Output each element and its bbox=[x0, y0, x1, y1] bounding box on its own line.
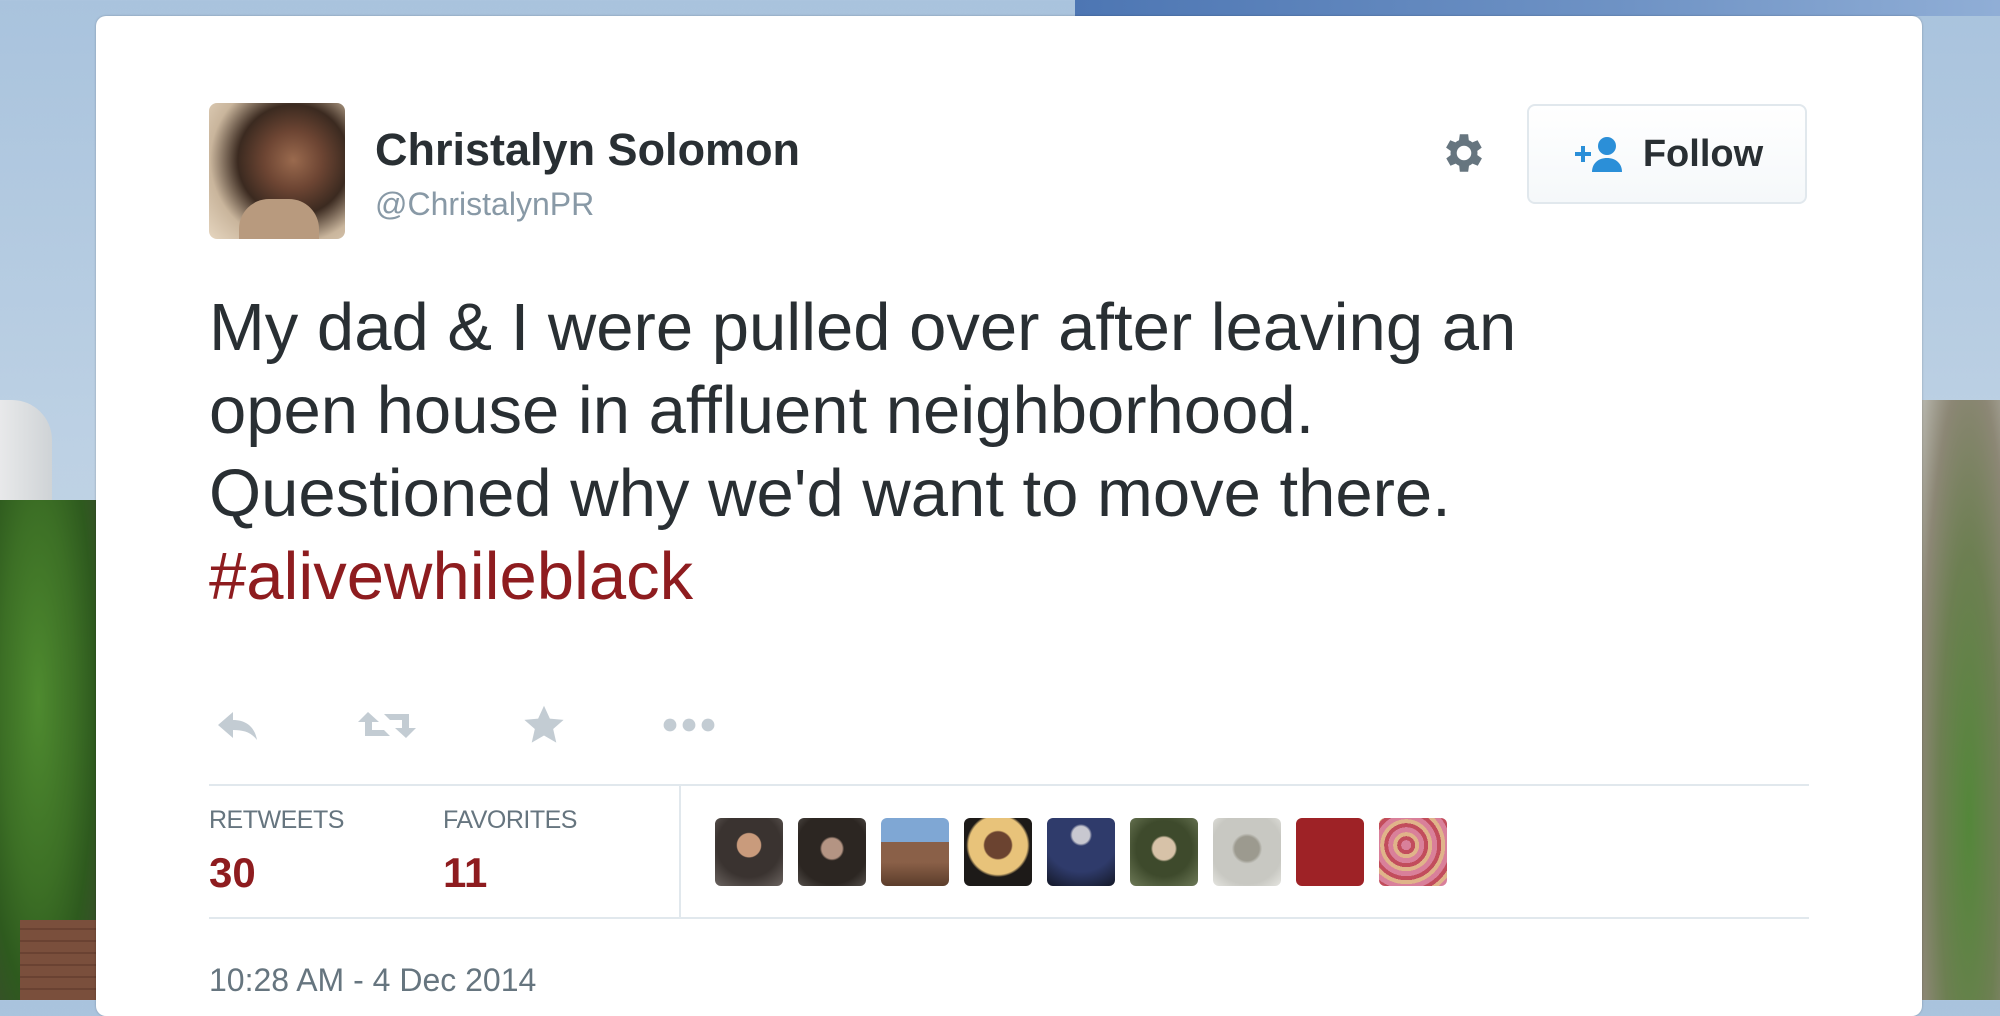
star-icon bbox=[524, 705, 564, 743]
background-tree-right bbox=[1922, 400, 2000, 1000]
reply-icon[interactable] bbox=[209, 700, 269, 750]
favoriter-avatar[interactable] bbox=[964, 818, 1032, 886]
tweet-text-line: My dad & I were pulled over after leavin… bbox=[209, 290, 1517, 365]
retweets-stat[interactable]: RETWEETS 30 bbox=[209, 806, 344, 897]
favorites-count: 11 bbox=[443, 849, 488, 896]
follow-button-label: Follow bbox=[1642, 132, 1764, 175]
favoriter-avatar[interactable] bbox=[881, 818, 949, 886]
favoriter-avatar[interactable] bbox=[1213, 818, 1281, 886]
favoriter-avatar[interactable] bbox=[1379, 818, 1447, 886]
retweet-icon[interactable] bbox=[354, 700, 420, 750]
author-display-name[interactable]: Christalyn Solomon bbox=[375, 124, 800, 176]
avatar-shirt bbox=[239, 199, 319, 239]
stats-divider bbox=[679, 786, 681, 917]
more-icon[interactable] bbox=[659, 700, 719, 750]
tweet-text: My dad & I were pulled over after leavin… bbox=[209, 286, 1809, 618]
divider bbox=[209, 917, 1809, 919]
hashtag-link[interactable]: #alivewhileblack bbox=[209, 535, 1809, 618]
retweets-label: RETWEETS bbox=[209, 806, 344, 834]
favorite-icon[interactable] bbox=[514, 700, 574, 750]
reply-icon-svg bbox=[218, 712, 257, 740]
follow-button[interactable]: Follow bbox=[1527, 104, 1807, 204]
gear-icon[interactable] bbox=[1437, 126, 1491, 180]
favoriter-avatar[interactable] bbox=[1047, 818, 1115, 886]
tweet-text-line: Questioned why we'd want to move there. bbox=[209, 456, 1451, 531]
retweet-icon-svg bbox=[358, 712, 416, 738]
ellipsis-icon bbox=[663, 718, 715, 732]
author-screen-name[interactable]: @ChristalynPR bbox=[375, 186, 594, 223]
favoriter-avatar[interactable] bbox=[715, 818, 783, 886]
background-sky bbox=[1075, 0, 2000, 16]
favoriter-avatar[interactable] bbox=[1296, 818, 1364, 886]
favorites-stat[interactable]: FAVORITES 11 bbox=[443, 806, 577, 897]
favoriter-avatar[interactable] bbox=[798, 818, 866, 886]
divider bbox=[209, 784, 1809, 786]
gear-icon-svg bbox=[1446, 134, 1482, 172]
author-avatar[interactable] bbox=[209, 103, 345, 239]
favoriter-avatar[interactable] bbox=[1130, 818, 1198, 886]
background-brick-wall bbox=[20, 920, 96, 1000]
retweets-count: 30 bbox=[209, 849, 256, 896]
add-user-icon bbox=[1574, 137, 1622, 172]
tweet-timestamp[interactable]: 10:28 AM - 4 Dec 2014 bbox=[209, 962, 536, 999]
tweet-text-line: open house in affluent neighborhood. bbox=[209, 373, 1315, 448]
favorites-label: FAVORITES bbox=[443, 806, 577, 834]
